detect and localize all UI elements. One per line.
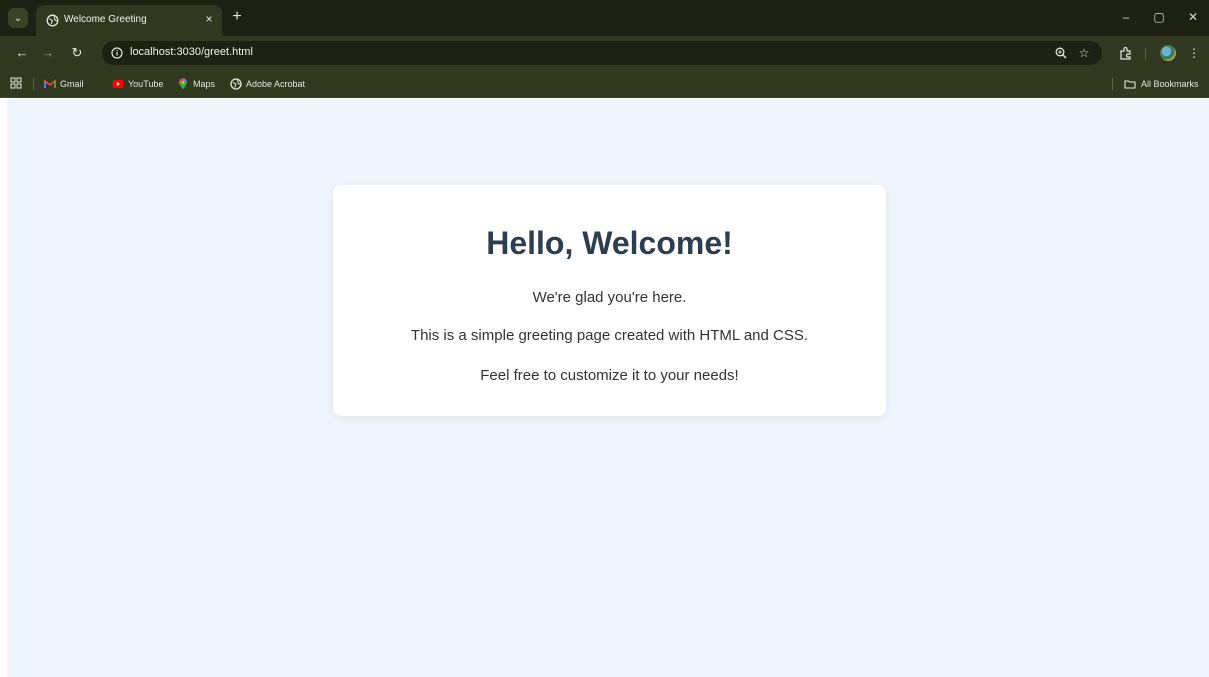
tab-close-button[interactable]: × [202, 12, 216, 26]
bookmark-label: Adobe Acrobat [246, 79, 306, 89]
back-button[interactable]: ← [14, 45, 30, 61]
page-viewport: Hello, Welcome! We're glad you're here. … [7, 98, 1209, 677]
reload-button[interactable]: ↻ [69, 45, 85, 61]
tab-strip: ⌄ Welcome Greeting × + – ▢ ✕ [0, 0, 1209, 36]
tab-title: Welcome Greeting [64, 14, 147, 25]
folder-icon [1124, 78, 1136, 90]
zoom-icon[interactable] [1054, 46, 1068, 60]
bookmark-label: Gmail [60, 79, 84, 89]
bookmarks-divider [33, 78, 34, 90]
close-window-button[interactable]: ✕ [1186, 10, 1200, 24]
new-tab-button[interactable]: + [229, 9, 245, 25]
bookmark-gmail[interactable]: Gmail [44, 76, 84, 92]
tab-welcome-greeting[interactable]: Welcome Greeting × [36, 5, 222, 36]
all-bookmarks-button[interactable]: All Bookmarks [1124, 76, 1199, 92]
restore-button[interactable]: ▢ [1152, 10, 1166, 24]
bookmark-star-icon[interactable]: ☆ [1077, 46, 1091, 60]
gmail-icon [44, 78, 56, 90]
globe-icon [230, 78, 242, 90]
browser-menu-icon[interactable]: ⋮ [1186, 45, 1202, 61]
bookmarks-bar: Gmail YouTube Maps Adobe Acrobat All Boo… [0, 70, 1209, 98]
site-info-icon[interactable] [111, 47, 123, 59]
all-bookmarks-label: All Bookmarks [1141, 79, 1199, 89]
bookmark-label: YouTube [128, 79, 164, 89]
browser-window: ⌄ Welcome Greeting × + – ▢ ✕ ← → ↻ local… [0, 0, 1209, 677]
greeting-line: Feel free to customize it to your needs! [480, 367, 739, 384]
greeting-heading: Hello, Welcome! [486, 225, 733, 261]
greeting-card: Hello, Welcome! We're glad you're here. … [333, 185, 886, 416]
toolbar-divider [1145, 48, 1146, 60]
youtube-icon [112, 78, 124, 90]
bookmarks-divider [1112, 78, 1113, 90]
bookmark-youtube[interactable]: YouTube [112, 76, 163, 92]
apps-grid-icon[interactable] [10, 77, 22, 89]
bookmark-label: Maps [193, 79, 216, 89]
extensions-icon[interactable] [1118, 45, 1134, 61]
tab-search-button[interactable]: ⌄ [8, 8, 28, 28]
bookmark-maps[interactable]: Maps [177, 76, 215, 92]
maps-icon [177, 78, 189, 90]
forward-button[interactable]: → [40, 45, 56, 61]
url-text[interactable]: localhost:3030/greet.html [130, 46, 253, 58]
profile-avatar[interactable] [1160, 45, 1176, 61]
browser-toolbar: ← → ↻ localhost:3030/greet.html ☆ ⋮ [0, 36, 1209, 70]
greeting-line: We're glad you're here. [532, 289, 687, 306]
address-bar[interactable]: localhost:3030/greet.html ☆ [102, 41, 1102, 65]
globe-icon [46, 14, 59, 27]
greeting-line: This is a simple greeting page created w… [410, 327, 809, 344]
bookmark-adobe-acrobat[interactable]: Adobe Acrobat [230, 76, 305, 92]
minimize-button[interactable]: – [1119, 10, 1133, 24]
chevron-down-icon: ⌄ [13, 12, 23, 24]
